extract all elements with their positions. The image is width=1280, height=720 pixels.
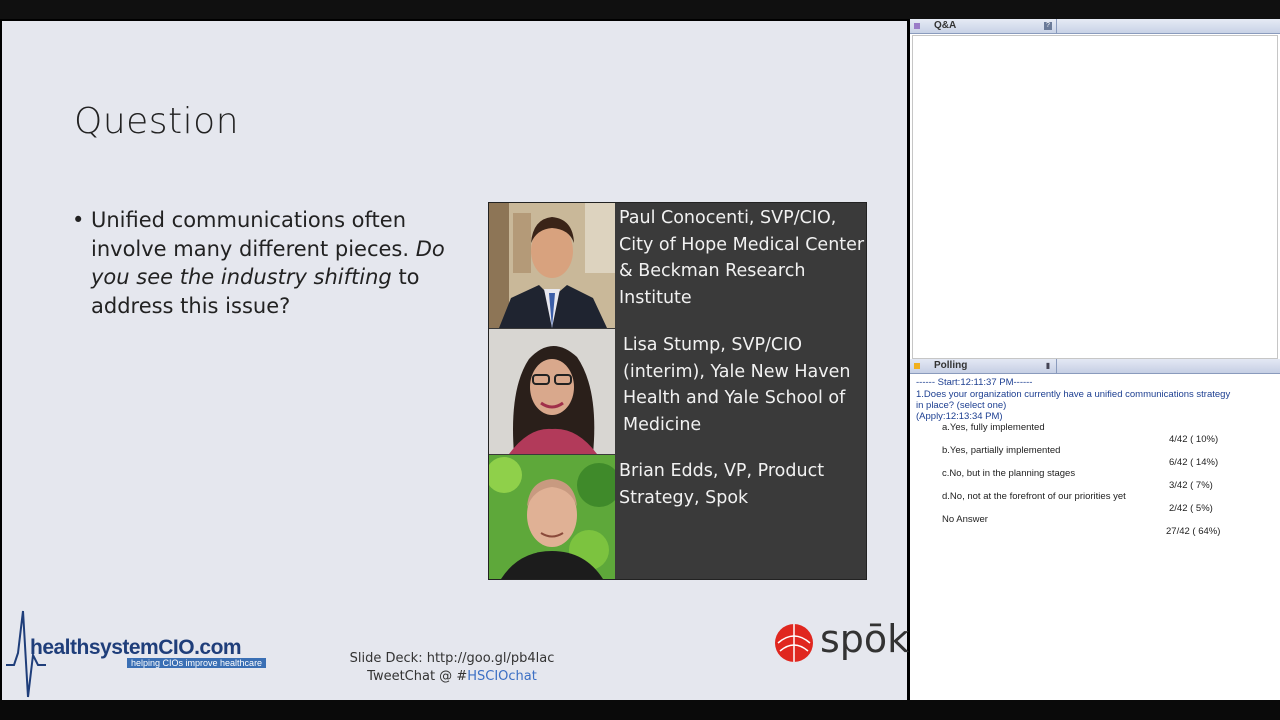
- healthsystemcio-tagline: helping CIOs improve healthcare: [127, 658, 267, 668]
- poll-option-result: 4/42 ( 10%): [1169, 434, 1219, 445]
- polling-panel: Polling ▮ ------ Start:12:11:37 PM------…: [910, 359, 1280, 700]
- footer-tweetchat: TweetChat @ #HSCIOchat: [367, 669, 537, 684]
- qa-panel-title: Q&A: [934, 20, 957, 31]
- polling-panel-header: Polling ▮: [910, 359, 1280, 374]
- poll-results-chart-icon[interactable]: ▮: [1044, 362, 1052, 370]
- window-bottom-bar: [0, 700, 1280, 720]
- speakers-panel: Paul Conocenti, SVP/CIO, City of Hope Me…: [488, 202, 867, 580]
- healthsystemcio-logo-text: healthsystemCIO.com: [30, 636, 242, 659]
- qa-help-icon[interactable]: ?: [1044, 22, 1052, 30]
- bullet-dot-icon: •: [72, 208, 85, 232]
- speaker-photo-paul: [489, 203, 615, 328]
- footer-slide-deck: Slide Deck: http://goo.gl/pb4lac: [349, 651, 555, 666]
- poll-option-result: 2/42 ( 5%): [1169, 503, 1213, 514]
- poll-option-label: d.No, not at the forefront of our priori…: [942, 491, 1126, 502]
- poll-option-label: c.No, but in the planning stages: [942, 468, 1076, 479]
- qa-panel: Q&A ?: [910, 19, 1280, 359]
- poll-option-label: a.Yes, fully implemented: [942, 422, 1045, 433]
- qa-panel-header: Q&A ?: [910, 19, 1280, 34]
- speaker-photo-brian: [489, 455, 615, 580]
- spok-logo-text: spōk: [820, 617, 910, 661]
- speaker-photo-lisa: [489, 329, 615, 454]
- window-top-bar: [0, 0, 1280, 19]
- poll-option-result: 3/42 ( 7%): [1169, 480, 1213, 491]
- slide-title: Question: [74, 101, 240, 142]
- poll-question-line2: in place? (select one): [916, 400, 1007, 411]
- qa-content-area[interactable]: [912, 35, 1278, 359]
- speaker-name-lisa: Lisa Stump, SVP/CIO (interim), Yale New …: [623, 335, 851, 435]
- poll-option-result: 6/42 ( 14%): [1169, 457, 1219, 468]
- speaker-name-paul: Paul Conocenti, SVP/CIO, City of Hope Me…: [619, 208, 865, 308]
- tweetchat-hashtag-link[interactable]: HSCIOchat: [467, 669, 537, 684]
- poll-start-line: ------ Start:12:11:37 PM------: [916, 377, 1033, 388]
- poll-question-line1: 1.Does your organization currently have …: [916, 389, 1231, 400]
- speaker-name-brian: Brian Edds, VP, Product Strategy, Spok: [619, 461, 825, 508]
- poll-option-label: No Answer: [942, 514, 988, 525]
- bullet-text: Unified communications often involve man…: [91, 208, 410, 261]
- polling-panel-title: Polling: [934, 360, 968, 371]
- slide-bullet: • Unified communications often involve m…: [72, 206, 452, 320]
- poll-option-label: b.Yes, partially implemented: [942, 445, 1061, 456]
- poll-option-result: 27/42 ( 64%): [1166, 526, 1221, 537]
- poll-apply-line: (Apply:12:13:34 PM): [916, 411, 1003, 422]
- presentation-slide: Question • Unified communications often …: [2, 21, 910, 700]
- qa-panel-handle-icon[interactable]: [914, 23, 920, 29]
- polling-panel-handle-icon[interactable]: [914, 363, 920, 369]
